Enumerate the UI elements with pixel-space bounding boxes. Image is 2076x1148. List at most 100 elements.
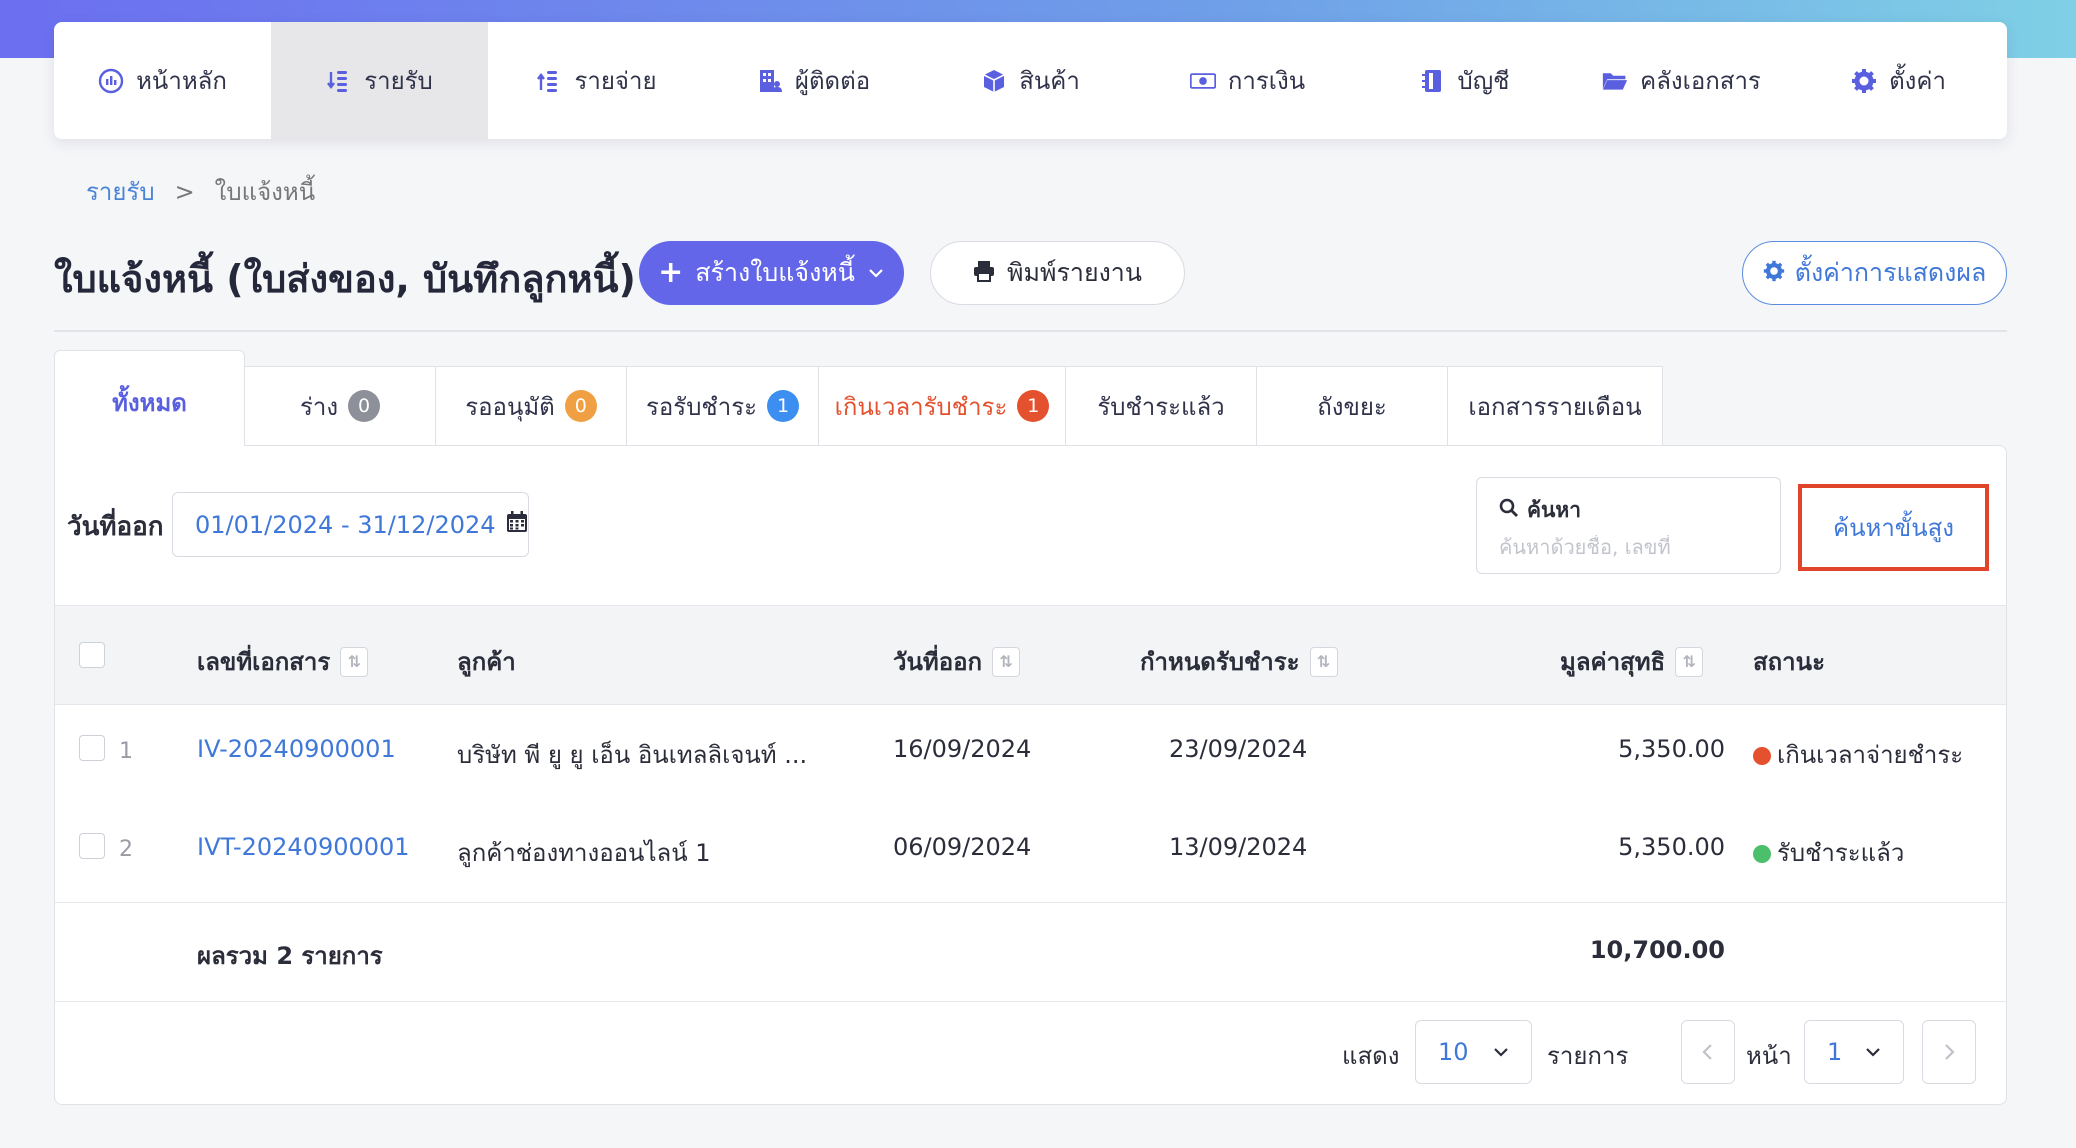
tab-label: ถังขยะ <box>1317 392 1387 421</box>
print-report-label: พิมพ์รายงาน <box>1007 258 1142 287</box>
tab-label: รออนุมัติ <box>465 392 555 421</box>
folder-icon <box>1602 68 1628 94</box>
search-label-row: ค้นหา <box>1499 494 1758 527</box>
count-badge: 1 <box>766 390 799 422</box>
nav-item-expense[interactable]: รายจ่าย <box>488 22 705 139</box>
search-input[interactable] <box>1499 535 1759 559</box>
header-label: ลูกค้า <box>457 648 516 676</box>
book-icon <box>1420 68 1446 94</box>
nav-item-income[interactable]: รายรับ <box>271 22 488 139</box>
header-label: กำหนดรับชำระ <box>1140 648 1300 676</box>
row-number: 2 <box>119 837 133 862</box>
breadcrumb: รายรับ > ใบแจ้งหนี้ <box>86 172 315 211</box>
next-page-button[interactable] <box>1922 1020 1976 1084</box>
sort-icon[interactable]: ⇅ <box>992 646 1021 677</box>
header-issue-date[interactable]: วันที่ออก ⇅ <box>893 642 1021 681</box>
status-tabs: ทั้งหมด ร่าง 0 รออนุมัติ 0 รอรับชำระ 1 เ… <box>54 350 1663 446</box>
table-row[interactable]: 1 IV-20240900001 บริษัท พี ยู ยู เอ็น อิ… <box>55 705 2006 803</box>
nav-item-contacts[interactable]: ผู้ติดต่อ <box>705 22 922 139</box>
header-due-date[interactable]: กำหนดรับชำระ ⇅ <box>1140 642 1338 681</box>
create-invoice-button[interactable]: + สร้างใบแจ้งหนี้ <box>639 241 904 305</box>
header-doc-no[interactable]: เลขที่เอกสาร ⇅ <box>197 642 369 681</box>
header-customer: ลูกค้า <box>457 642 516 681</box>
per-page-select[interactable]: 10 <box>1415 1020 1532 1084</box>
breadcrumb-current: ใบแจ้งหนี้ <box>214 178 316 206</box>
header-label: สถานะ <box>1753 648 1825 676</box>
header-status: สถานะ <box>1753 642 1825 681</box>
tab-monthly-documents[interactable]: เอกสารรายเดือน <box>1448 366 1663 446</box>
income-icon <box>326 68 352 94</box>
net-amount: 5,350.00 <box>1618 833 1725 861</box>
create-invoice-label: สร้างใบแจ้งหนี้ <box>695 258 855 287</box>
nav-label: รายรับ <box>364 67 433 95</box>
breadcrumb-link-income[interactable]: รายรับ <box>86 172 155 211</box>
tab-trash[interactable]: ถังขยะ <box>1257 366 1448 446</box>
display-settings-label: ตั้งค่าการแสดงผล <box>1794 258 1987 287</box>
chevron-down-icon <box>867 259 885 288</box>
nav-label: สินค้า <box>1019 67 1080 95</box>
customer-name: บริษัท พี ยู ยู เอ็น อินเทลลิเจนท์ ... <box>457 741 808 769</box>
sort-icon[interactable]: ⇅ <box>340 646 369 677</box>
nav-item-accounting[interactable]: บัญชี <box>1356 22 1573 139</box>
issue-date: 16/09/2024 <box>893 735 1032 763</box>
dashboard-icon <box>98 68 124 94</box>
tab-label: รอรับชำระ <box>646 392 757 421</box>
sort-icon[interactable]: ⇅ <box>1675 646 1704 677</box>
status-badge: รับชำระแล้ว <box>1753 833 1904 872</box>
building-icon <box>757 68 783 94</box>
chevron-left-icon <box>1702 1044 1712 1060</box>
date-range-picker[interactable]: 01/01/2024 - 31/12/2024 <box>172 492 529 557</box>
row-checkbox[interactable] <box>79 735 105 761</box>
select-all-checkbox[interactable] <box>79 642 105 668</box>
breadcrumb-separator: > <box>174 177 195 206</box>
nav-item-finance[interactable]: การเงิน <box>1139 22 1356 139</box>
page-select[interactable]: 1 <box>1804 1020 1904 1084</box>
per-page-value: 10 <box>1438 1038 1469 1066</box>
nav-label: คลังเอกสาร <box>1640 67 1761 95</box>
sort-icon[interactable]: ⇅ <box>1309 646 1338 677</box>
print-report-button[interactable]: พิมพ์รายงาน <box>930 241 1185 305</box>
plus-icon: + <box>658 255 684 290</box>
nav-item-documents[interactable]: คลังเอกสาร <box>1573 22 1790 139</box>
tab-pending-approval[interactable]: รออนุมัติ 0 <box>436 366 627 446</box>
tab-label: เกินเวลารับชำระ <box>834 392 1008 421</box>
table-row[interactable]: 2 IVT-20240900001 ลูกค้าช่องทางออนไลน์ 1… <box>55 803 2006 901</box>
tab-awaiting-payment[interactable]: รอรับชำระ 1 <box>627 366 819 446</box>
row-number: 1 <box>119 739 133 764</box>
nav-label: หน้าหลัก <box>136 67 227 95</box>
box-icon <box>981 68 1007 94</box>
doc-number-link[interactable]: IV-20240900001 <box>197 735 396 763</box>
nav-label: รายจ่าย <box>574 67 657 95</box>
status-dot <box>1753 845 1771 863</box>
search-icon <box>1499 498 1519 523</box>
row-checkbox[interactable] <box>79 833 105 859</box>
nav-item-settings[interactable]: ตั้งค่า <box>1790 22 2007 139</box>
nav-item-home[interactable]: หน้าหลัก <box>54 22 271 139</box>
prev-page-button[interactable] <box>1681 1020 1735 1084</box>
printer-icon <box>973 259 995 288</box>
display-settings-button[interactable]: ตั้งค่าการแสดงผล <box>1742 241 2007 305</box>
count-badge: 1 <box>1017 390 1050 422</box>
header-label: มูลค่าสุทธิ <box>1560 648 1666 676</box>
page-value: 1 <box>1827 1038 1843 1066</box>
tab-label: ร่าง <box>299 392 339 421</box>
status-badge: เกินเวลาจ่ายชำระ <box>1753 735 1963 774</box>
tab-paid[interactable]: รับชำระแล้ว <box>1066 366 1257 446</box>
due-date: 13/09/2024 <box>1169 833 1308 861</box>
doc-number-link[interactable]: IVT-20240900001 <box>197 833 410 861</box>
total-amount: 10,700.00 <box>1589 936 1725 964</box>
tab-draft[interactable]: ร่าง 0 <box>245 366 436 446</box>
tab-label: เอกสารรายเดือน <box>1468 392 1642 421</box>
nav-label: ตั้งค่า <box>1889 67 1946 95</box>
advanced-search-button[interactable]: ค้นหาขั้นสูง <box>1798 484 1989 571</box>
net-amount: 5,350.00 <box>1618 735 1725 763</box>
nav-label: การเงิน <box>1227 67 1306 95</box>
due-date: 23/09/2024 <box>1169 735 1308 763</box>
tab-all[interactable]: ทั้งหมด <box>54 350 245 446</box>
nav-item-products[interactable]: สินค้า <box>922 22 1139 139</box>
header-net-amount[interactable]: มูลค่าสุทธิ ⇅ <box>1560 642 1704 681</box>
tab-label: ทั้งหมด <box>112 389 187 417</box>
search-box: ค้นหา <box>1476 477 1781 574</box>
tab-overdue[interactable]: เกินเวลารับชำระ 1 <box>819 366 1066 446</box>
main-nav: หน้าหลัก รายรับ รายจ่าย ผู้ติดต่อ สินค้า… <box>54 22 2007 139</box>
